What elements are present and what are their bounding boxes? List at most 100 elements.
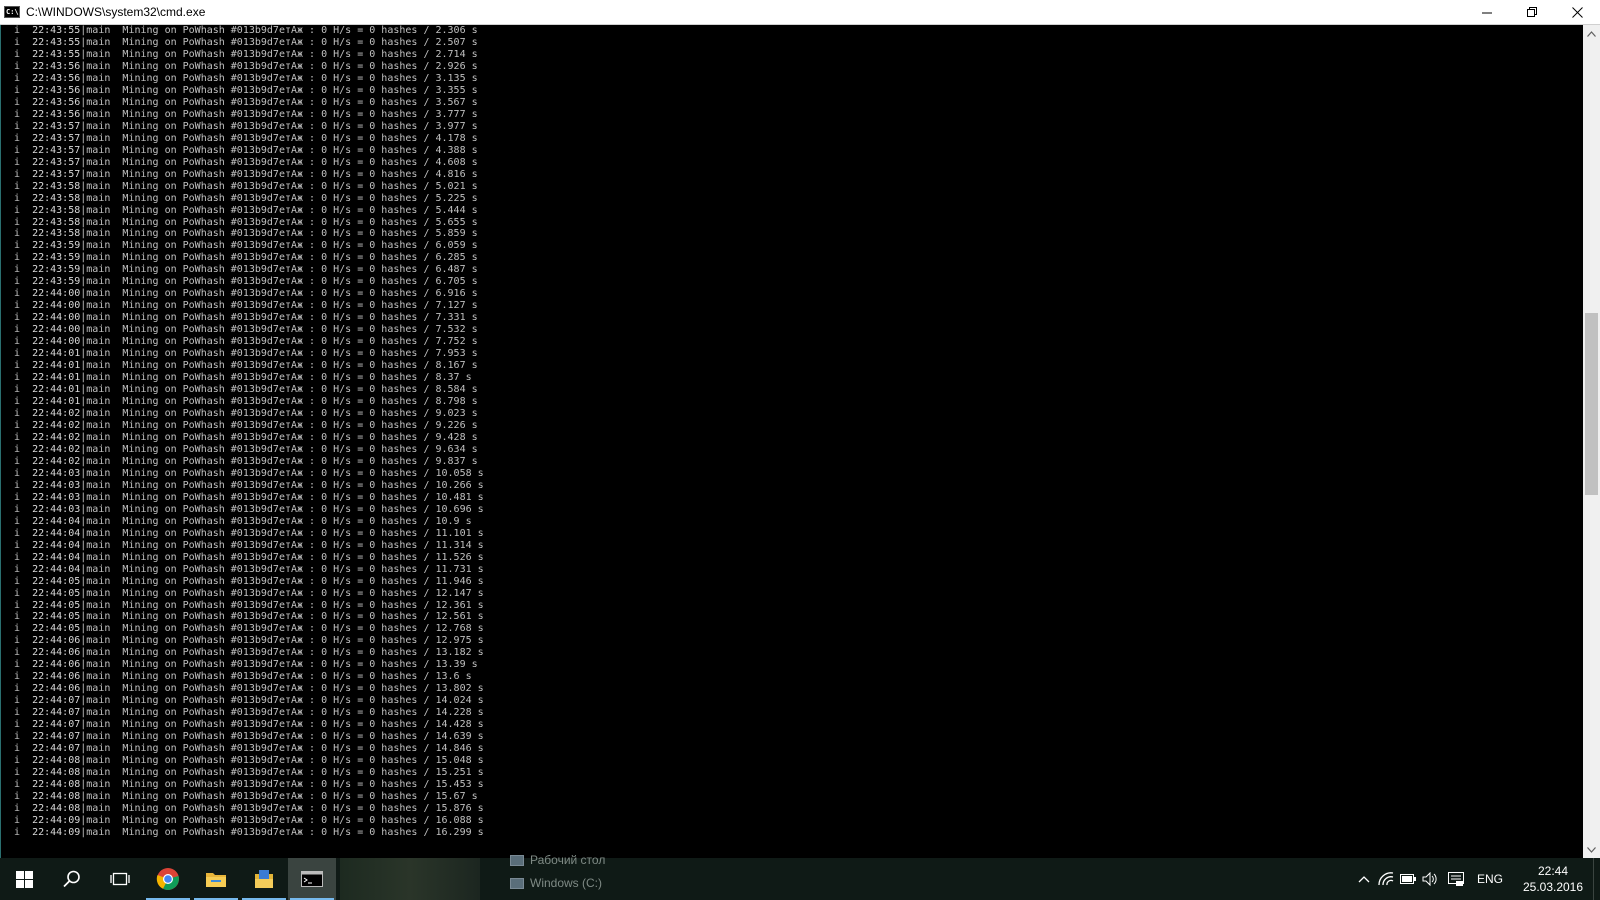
log-timestamp: 22:43:56: [32, 84, 81, 96]
log-level: i: [14, 659, 21, 671]
log-unit: s: [477, 814, 484, 826]
log-unit: s: [471, 132, 478, 144]
taskbar-app-chrome[interactable]: [144, 858, 192, 900]
console-output-area[interactable]: i 22:43:55|main Mining on PoWhash #013b9…: [0, 25, 1583, 858]
log-level: i: [14, 96, 21, 108]
log-message: Mining on PoWhash #013b9d7eтАж : 0 H/s =…: [122, 707, 436, 719]
log-channel: main: [86, 36, 111, 48]
log-channel: main: [86, 527, 111, 539]
taskbar-app-cmd[interactable]: [288, 858, 336, 900]
window-title-bar[interactable]: C:\ C:\WINDOWS\system32\cmd.exe: [0, 0, 1600, 25]
desktop-item-label: Windows (C:): [530, 876, 603, 890]
battery-button[interactable]: [1397, 858, 1419, 900]
vertical-scrollbar[interactable]: [1583, 25, 1600, 858]
log-unit: s: [471, 276, 478, 288]
log-elapsed: 15.67: [435, 791, 466, 802]
taskbar-app-folder[interactable]: [240, 858, 288, 900]
log-message: Mining on PoWhash #013b9d7eтАж : 0 H/s =…: [122, 503, 436, 515]
log-unit: s: [471, 659, 478, 671]
scroll-up-button[interactable]: [1583, 25, 1600, 42]
log-message: Mining on PoWhash #013b9d7eтАж : 0 H/s =…: [122, 192, 436, 204]
log-message: Mining on PoWhash #013b9d7eтАж : 0 H/s =…: [122, 360, 436, 372]
show-hidden-icons-button[interactable]: [1353, 858, 1375, 900]
start-button[interactable]: [0, 858, 48, 900]
log-channel: main: [86, 48, 111, 60]
console-line: i 22:44:01|main Mining on PoWhash #013b9…: [14, 372, 484, 384]
close-button[interactable]: [1555, 0, 1600, 25]
log-level: i: [14, 216, 21, 228]
log-unit: s: [477, 575, 484, 587]
console-line: i 22:44:03|main Mining on PoWhash #013b9…: [14, 468, 484, 480]
log-timestamp: 22:44:03: [32, 467, 81, 479]
console-line: i 22:44:08|main Mining on PoWhash #013b9…: [14, 779, 484, 791]
task-view-button[interactable]: [96, 858, 144, 900]
log-message: Mining on PoWhash #013b9d7eтАж : 0 H/s =…: [122, 719, 436, 731]
action-center-icon: [1447, 872, 1464, 886]
log-message: Mining on PoWhash #013b9d7eтАж : 0 H/s =…: [122, 108, 436, 120]
log-message: Mining on PoWhash #013b9d7eтАж : 0 H/s =…: [122, 156, 436, 168]
action-center-button[interactable]: [1445, 858, 1467, 900]
log-elapsed: 6.487: [435, 264, 466, 276]
search-button[interactable]: [48, 858, 96, 900]
console-line: i 22:44:07|main Mining on PoWhash #013b9…: [14, 707, 484, 719]
minimize-button[interactable]: [1465, 0, 1510, 25]
log-elapsed: 9.226: [435, 419, 466, 431]
log-timestamp: 22:44:06: [32, 659, 81, 671]
cmd-icon[interactable]: C:\: [4, 6, 20, 18]
input-language-indicator[interactable]: ENG: [1477, 872, 1503, 886]
console-line: i 22:43:56|main Mining on PoWhash #013b9…: [14, 61, 484, 73]
show-desktop-button[interactable]: [1593, 858, 1600, 900]
console-line: i 22:43:59|main Mining on PoWhash #013b9…: [14, 276, 484, 288]
console-line: i 22:44:02|main Mining on PoWhash #013b9…: [14, 420, 484, 432]
log-unit: s: [471, 312, 478, 324]
log-timestamp: 22:43:55: [32, 48, 81, 60]
log-timestamp: 22:43:59: [32, 240, 81, 252]
console-line: i 22:44:04|main Mining on PoWhash #013b9…: [14, 516, 484, 528]
log-unit: s: [471, 48, 478, 60]
restore-icon: [1527, 6, 1537, 17]
log-channel: main: [86, 419, 111, 431]
log-message: Mining on PoWhash #013b9d7eтАж : 0 H/s =…: [122, 144, 436, 156]
scroll-down-button[interactable]: [1583, 841, 1600, 858]
log-elapsed: 14.846: [435, 743, 472, 755]
windows-start-icon: [15, 870, 33, 888]
log-elapsed: 4.608: [435, 156, 466, 168]
console-line: i 22:44:08|main Mining on PoWhash #013b9…: [14, 791, 484, 803]
log-unit: s: [477, 551, 484, 563]
log-level: i: [14, 503, 21, 515]
log-message: Mining on PoWhash #013b9d7eтАж : 0 H/s =…: [122, 611, 436, 623]
scroll-thumb[interactable]: [1585, 313, 1598, 496]
log-message: Mining on PoWhash #013b9d7eтАж : 0 H/s =…: [122, 563, 436, 575]
log-timestamp: 22:44:02: [32, 408, 81, 419]
log-timestamp: 22:43:57: [32, 120, 81, 132]
desktop-item[interactable]: Рабочий стол: [510, 853, 605, 867]
console-log: i 22:43:55|main Mining on PoWhash #013b9…: [14, 25, 484, 839]
console-line: i 22:44:04|main Mining on PoWhash #013b9…: [14, 540, 484, 552]
log-level: i: [14, 791, 21, 802]
log-timestamp: 22:44:00: [32, 324, 81, 336]
log-timestamp: 22:44:06: [32, 635, 81, 647]
log-timestamp: 22:43:57: [32, 156, 81, 168]
log-timestamp: 22:44:02: [32, 443, 81, 455]
log-timestamp: 22:43:59: [32, 276, 81, 288]
log-elapsed: 6.916: [435, 288, 466, 300]
console-line: i 22:44:06|main Mining on PoWhash #013b9…: [14, 647, 484, 659]
console-line: i 22:44:05|main Mining on PoWhash #013b9…: [14, 588, 484, 600]
log-message: Mining on PoWhash #013b9d7eтАж : 0 H/s =…: [122, 204, 436, 216]
log-channel: main: [86, 599, 111, 611]
log-timestamp: 22:43:58: [32, 228, 81, 240]
console-line: i 22:43:58|main Mining on PoWhash #013b9…: [14, 228, 484, 240]
log-elapsed: 5.021: [435, 180, 466, 192]
desktop-item[interactable]: Windows (C:): [510, 876, 602, 890]
clock[interactable]: 22:44 25.03.2016: [1517, 863, 1589, 895]
log-channel: main: [86, 25, 111, 36]
restore-button[interactable]: [1510, 0, 1555, 25]
log-elapsed: 14.228: [435, 707, 472, 719]
desktop-folder-icon: [510, 854, 524, 866]
volume-button[interactable]: [1419, 858, 1441, 900]
log-message: Mining on PoWhash #013b9d7eтАж : 0 H/s =…: [122, 408, 436, 419]
taskbar-app-file-explorer[interactable]: [192, 858, 240, 900]
console-line: i 22:44:01|main Mining on PoWhash #013b9…: [14, 348, 484, 360]
network-button[interactable]: [1375, 858, 1397, 900]
log-message: Mining on PoWhash #013b9d7eтАж : 0 H/s =…: [122, 479, 436, 491]
